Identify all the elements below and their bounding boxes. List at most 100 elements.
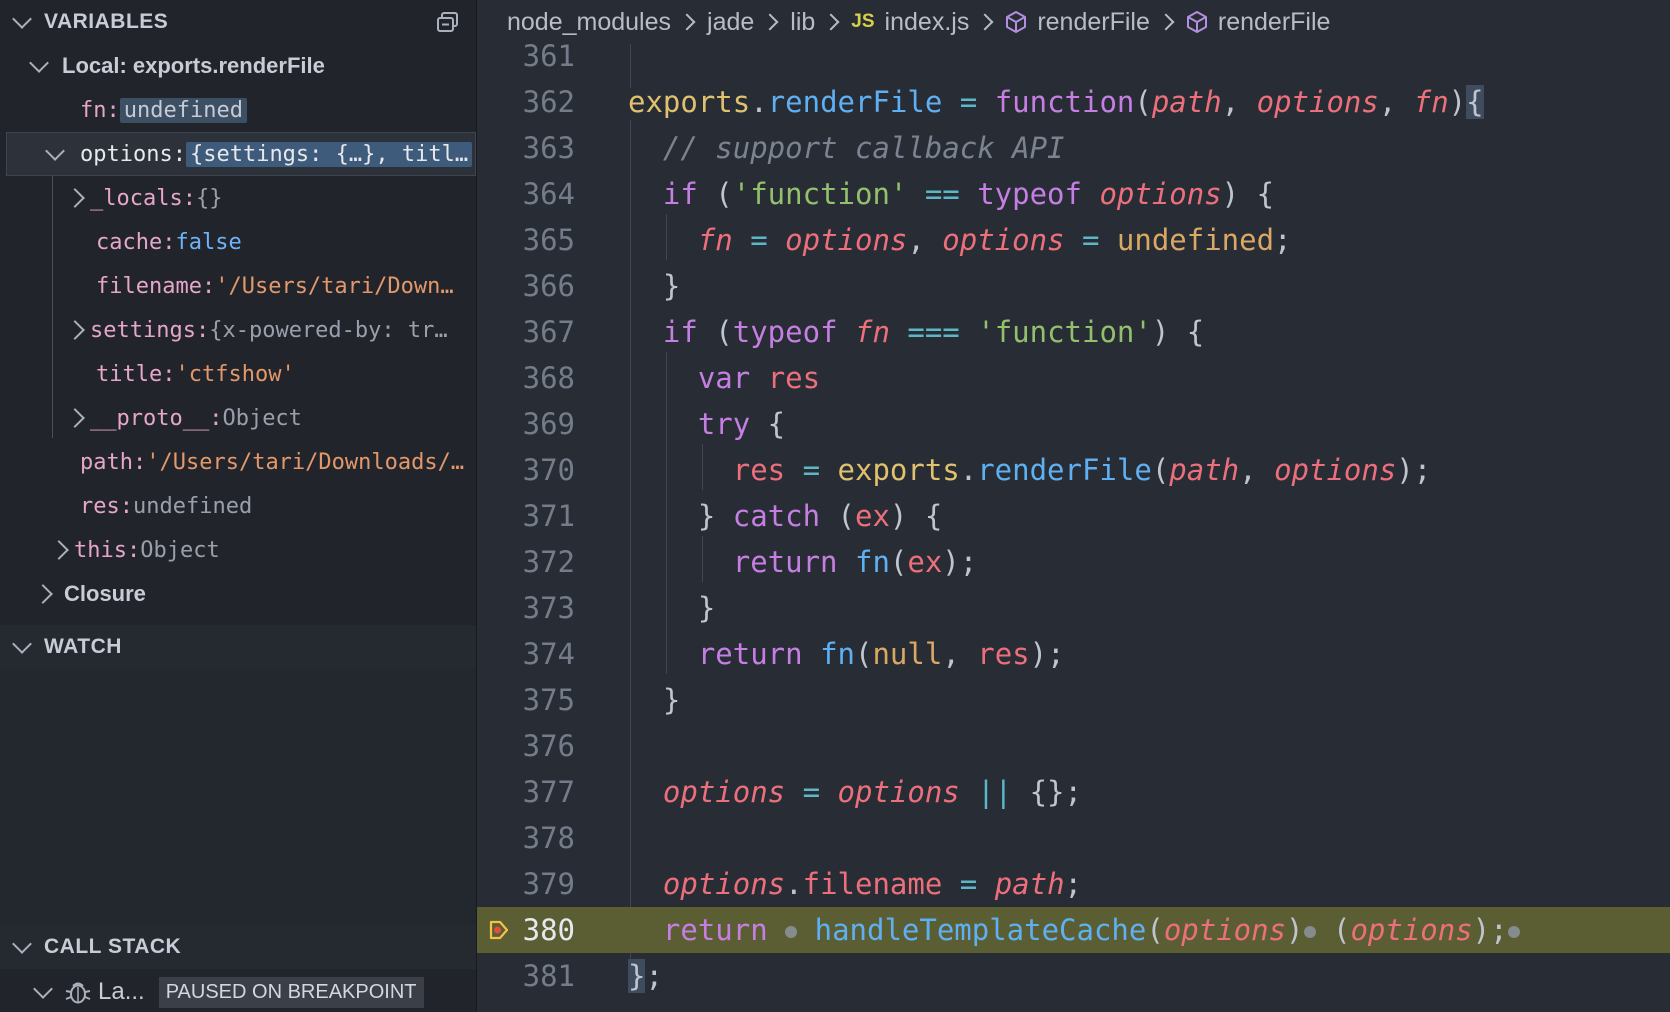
variable-this[interactable]: this: Object (44, 528, 476, 572)
variable-value: '/Users/tari/Downloads/… (146, 449, 465, 475)
variable-settings[interactable]: settings: {x-powered-by: tr… (60, 308, 476, 352)
variable-res[interactable]: res: undefined (80, 484, 476, 528)
chevron-down-icon (12, 633, 32, 654)
code-text: exports.renderFile = function(path, opti… (628, 85, 1484, 119)
variable-name: cache: (96, 229, 176, 255)
scope-label: Local: exports.renderFile (62, 53, 325, 78)
variable-value: undefined (132, 493, 253, 519)
code-line: 364 if ('function' == typeof options) { (477, 171, 1670, 217)
scope-label: Closure (64, 581, 146, 606)
chevron-right-icon (49, 540, 69, 560)
scope-closure[interactable]: Closure (28, 572, 476, 616)
code-text: options = options || {}; (628, 775, 1082, 809)
variable-value: {settings: {…}, titl… (185, 141, 473, 167)
line-number: 375 (522, 683, 575, 717)
line-number: 377 (522, 775, 575, 809)
line-number: 362 (522, 85, 575, 119)
variable-name: res: (80, 493, 133, 519)
chevron-right-icon (761, 13, 779, 31)
code-text: if ('function' == typeof options) { (628, 177, 1275, 211)
line-number: 364 (522, 177, 575, 211)
chevron-right-icon (976, 13, 994, 31)
method-cube-icon (1186, 11, 1207, 33)
variable-name: _locals: (90, 185, 196, 211)
variable-name: title: (96, 361, 176, 387)
line-number: 365 (522, 223, 575, 257)
scope-local[interactable]: Local: exports.renderFile (24, 44, 476, 88)
code-text: return handleTemplateCache(options) (opt… (628, 913, 1520, 947)
line-number: 380 (522, 913, 575, 947)
chevron-right-icon (33, 584, 53, 604)
code-text: } (628, 683, 681, 717)
variable-name: path: (80, 449, 147, 475)
watch-section-header[interactable]: WATCH (0, 625, 476, 669)
code-editor[interactable]: node_modules jade lib JS index.js renderF… (477, 0, 1670, 1012)
code-line: 372 return fn(ex); (477, 539, 1670, 585)
code-text: res = exports.renderFile(path, options); (628, 453, 1432, 487)
variables-section-header[interactable]: VARIABLES (0, 0, 476, 44)
code-text: } (628, 269, 681, 303)
variable-value: false (175, 229, 242, 255)
code-text: } catch (ex) { (628, 499, 943, 533)
code-line: 377 options = options || {}; (477, 769, 1670, 815)
line-number: 366 (522, 269, 575, 303)
code-line: 376 (477, 723, 1670, 769)
method-cube-icon (1006, 11, 1027, 33)
callstack-thread[interactable]: La... PAUSED ON BREAKPOINT (28, 970, 476, 1012)
code-line: 369 try { (477, 401, 1670, 447)
code-line: 371 } catch (ex) { (477, 493, 1670, 539)
line-number: 379 (522, 867, 575, 901)
code-text: try { (628, 407, 786, 441)
variable-path[interactable]: path: '/Users/tari/Downloads/… (80, 440, 476, 484)
code-text: // support callback API (628, 131, 1065, 165)
watch-panel-body (0, 669, 476, 925)
variable-name: fn: (80, 97, 120, 123)
variable-locals[interactable]: _locals: {} (60, 176, 476, 220)
paused-status-badge: PAUSED ON BREAKPOINT (158, 976, 424, 1008)
variable-filename[interactable]: filename: '/Users/tari/Down… (96, 264, 476, 308)
line-number: 374 (522, 637, 575, 671)
variable-title[interactable]: title: 'ctfshow' (96, 352, 476, 396)
variable-value: {x-powered-by: tr… (209, 317, 448, 343)
chevron-right-icon (822, 13, 840, 31)
variable-cache[interactable]: cache: false (96, 220, 476, 264)
code-line: 374 return fn(null, res); (477, 631, 1670, 677)
line-number: 363 (522, 131, 575, 165)
current-line-highlight: 380 return handleTemplateCache(options) … (477, 907, 1670, 953)
variable-value: 'ctfshow' (175, 361, 295, 387)
variable-name: filename: (96, 273, 216, 299)
code-text: if (typeof fn === 'function') { (628, 315, 1205, 349)
code-text: }; (628, 959, 663, 993)
chevron-right-icon (65, 408, 85, 428)
line-number: 367 (522, 315, 575, 349)
code-line: 381}; (477, 953, 1670, 999)
code-text: fn = options, options = undefined; (628, 223, 1292, 257)
tree-indent-guide (52, 176, 53, 438)
collapse-all-icon[interactable] (436, 11, 460, 33)
variable-value: Object (222, 405, 302, 431)
callstack-section-header[interactable]: CALL STACK (0, 925, 476, 969)
variable-options[interactable]: options: {settings: {…}, titl… (40, 132, 476, 176)
code-line: 378 (477, 815, 1670, 861)
chevron-right-icon (678, 13, 696, 31)
line-number: 372 (522, 545, 575, 579)
line-number: 376 (522, 729, 575, 763)
code-line: 367 if (typeof fn === 'function') { (477, 309, 1670, 355)
variable-value: '/Users/tari/Down… (215, 273, 454, 299)
code-line: 363 // support callback API (477, 125, 1670, 171)
variable-proto[interactable]: __proto__: Object (60, 396, 476, 440)
debug-sidebar: VARIABLES Local: exports.renderFile fn: … (0, 0, 476, 1012)
code-line: 379 options.filename = path; (477, 861, 1670, 907)
variable-name: __proto__: (90, 405, 223, 431)
code-line: 375 } (477, 677, 1670, 723)
code-text: return fn(null, res); (628, 637, 1065, 671)
chevron-right-icon (1157, 13, 1175, 31)
line-number: 373 (522, 591, 575, 625)
line-number: 381 (522, 959, 575, 993)
code-text: } (628, 591, 716, 625)
variable-fn[interactable]: fn: undefined (80, 88, 476, 132)
code-text: options.filename = path; (628, 867, 1082, 901)
variable-value: Object (140, 537, 220, 563)
line-number: 371 (522, 499, 575, 533)
line-number: 369 (522, 407, 575, 441)
